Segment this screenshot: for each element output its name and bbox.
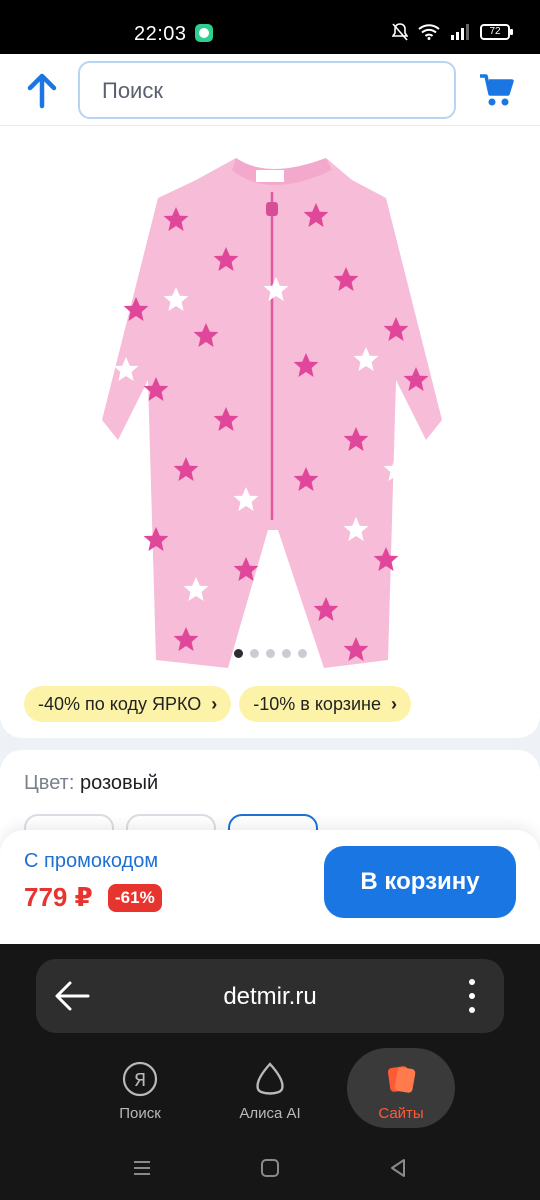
search-box[interactable] (78, 61, 456, 119)
color-label: Цвет: розовый (24, 772, 159, 794)
status-bar: 22:03 72 (0, 0, 540, 54)
home-icon[interactable] (258, 1156, 282, 1180)
system-nav-bar (0, 1144, 540, 1200)
url-text[interactable]: detmir.ru (36, 983, 504, 1011)
tab-alice[interactable]: Алиса AI (215, 1048, 325, 1128)
wifi-icon (418, 24, 440, 40)
clock: 22:03 (134, 23, 187, 45)
pagination-dot-active[interactable] (234, 649, 243, 658)
tab-sites[interactable]: Сайты (347, 1048, 455, 1128)
product-image[interactable] (96, 140, 446, 672)
address-bar[interactable]: detmir.ru (36, 959, 504, 1033)
pagination-dot[interactable] (266, 649, 275, 658)
more-menu-icon[interactable] (468, 979, 476, 1013)
tab-label: Поиск (119, 1105, 161, 1122)
promo-chip-code[interactable]: -40% по коду ЯРКО › (24, 686, 232, 722)
buy-bar: С промокодом 779 ₽ -61% В корзину (0, 830, 540, 944)
web-page: -40% по коду ЯРКО › -10% в корзине › Цве… (0, 54, 540, 944)
pagination-dot[interactable] (298, 649, 307, 658)
promo-chip-cart[interactable]: -10% в корзине › (239, 686, 412, 722)
messenger-notification-icon (195, 24, 213, 42)
color-value: розовый (79, 772, 159, 794)
chevron-right-icon: › (391, 693, 398, 714)
discount-badge: -61% (108, 884, 162, 912)
promo-price-label: С промокодом (24, 850, 159, 872)
price: 779 ₽ (24, 882, 93, 912)
yandex-icon: Я (122, 1061, 158, 1097)
back-icon[interactable] (386, 1156, 410, 1180)
browser-tabs: Я Поиск Алиса AI Сайты (0, 1048, 540, 1128)
color-key: Цвет (24, 772, 69, 794)
site-header (0, 54, 540, 126)
gallery-pagination[interactable] (234, 649, 307, 658)
recent-apps-icon[interactable] (130, 1156, 154, 1180)
chevron-right-icon: › (211, 693, 218, 714)
sites-icon (387, 1066, 416, 1093)
battery-icon: 72 (480, 24, 513, 40)
signal-icon (451, 24, 469, 40)
tab-label: Сайты (378, 1105, 424, 1122)
product-gallery[interactable]: -40% по коду ЯРКО › -10% в корзине › (0, 126, 540, 738)
tab-search[interactable]: Я Поиск (85, 1048, 195, 1128)
search-input[interactable] (102, 77, 432, 105)
promo-chip-label: -40% по коду ЯРКО (38, 693, 202, 714)
add-to-cart-button[interactable]: В корзину (324, 846, 516, 918)
promo-chips: -40% по коду ЯРКО › -10% в корзине › (24, 686, 412, 722)
promo-chip-label: -10% в корзине (253, 693, 382, 714)
browser-chrome: detmir.ru Я Поиск Алиса AI Сайты (0, 944, 540, 1200)
alice-icon (256, 1062, 284, 1095)
pagination-dot[interactable] (282, 649, 291, 658)
mute-icon (392, 23, 408, 41)
svg-text:Я: Я (134, 1070, 147, 1091)
pagination-dot[interactable] (250, 649, 259, 658)
tab-label: Алиса AI (239, 1105, 301, 1122)
scroll-up-arrow-icon[interactable] (22, 70, 62, 110)
cart-icon[interactable] (478, 72, 514, 108)
